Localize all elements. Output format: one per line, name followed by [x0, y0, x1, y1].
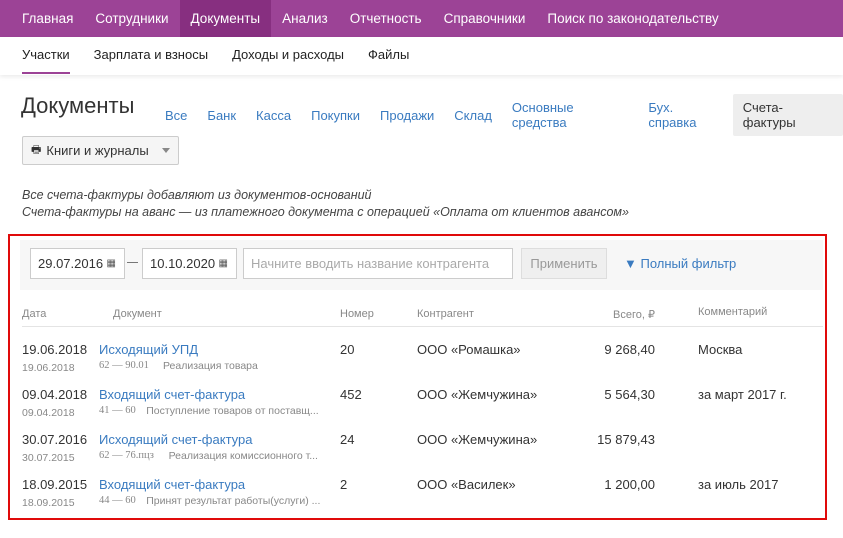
row-description: Реализация товара [163, 360, 258, 372]
row-description: Принят результат работы(услуги) ... [146, 495, 321, 507]
sub-nav: Участки Зарплата и взносы Доходы и расхо… [0, 37, 843, 75]
nav-reports[interactable]: Отчетность [339, 0, 433, 37]
apply-button[interactable]: Применить [521, 248, 607, 279]
contractor-search-input[interactable]: Начните вводить название контрагента [243, 248, 513, 279]
row-number: 452 [340, 387, 362, 402]
col-date[interactable]: Дата [22, 308, 46, 320]
row-contractor: ООО «Ромашка» [417, 342, 521, 357]
row-accounts: 41 — 60 [99, 405, 136, 416]
row-comment: за июль 2017 [698, 477, 779, 492]
nav-employees[interactable]: Сотрудники [84, 0, 179, 37]
row-number: 24 [340, 432, 355, 447]
col-comment[interactable]: Комментарий [698, 306, 767, 318]
row-date: 09.04.2018 [22, 387, 88, 402]
date-from-input[interactable]: 29.07.2016 ▦ [30, 248, 125, 279]
contractor-placeholder: Начните вводить название контрагента [251, 256, 490, 271]
row-date-secondary: 30.07.2015 [22, 452, 75, 464]
tab-all[interactable]: Все [155, 102, 197, 129]
tab-accounting-note[interactable]: Бух. справка [638, 94, 732, 136]
calendar-icon[interactable]: ▦ [219, 258, 228, 269]
subnav-salary[interactable]: Зарплата и взносы [82, 37, 220, 75]
document-link[interactable]: Исходящий УПД [99, 342, 198, 357]
tab-warehouse[interactable]: Склад [444, 102, 502, 129]
date-from-value: 29.07.2016 [38, 256, 104, 271]
nav-references[interactable]: Справочники [433, 0, 537, 37]
row-date-secondary: 19.06.2018 [22, 362, 75, 374]
row-contractor: ООО «Жемчужина» [417, 387, 538, 402]
books-journals-button[interactable]: 🖶 Книги и журналы [22, 136, 179, 165]
row-description: Реализация комиссионного т... [168, 450, 318, 462]
row-contractor: ООО «Жемчужина» [417, 432, 538, 447]
row-total: 9 268,40 [604, 342, 655, 357]
printer-icon: 🖶 [31, 144, 42, 156]
date-range-dash [127, 262, 138, 263]
subnav-income[interactable]: Доходы и расходы [220, 37, 356, 75]
row-total: 1 200,00 [604, 477, 655, 492]
subnav-sections[interactable]: Участки [0, 37, 82, 75]
document-tabs: Все Банк Касса Покупки Продажи Склад Осн… [155, 94, 843, 136]
col-document[interactable]: Документ [113, 308, 162, 320]
col-number[interactable]: Номер [340, 308, 374, 320]
col-contractor[interactable]: Контрагент [417, 308, 474, 320]
row-date-secondary: 09.04.2018 [22, 407, 75, 419]
info-note-1: Все счета-фактуры добавляют из документо… [22, 188, 372, 202]
nav-analysis[interactable]: Анализ [271, 0, 339, 37]
top-nav: Главная Сотрудники Документы Анализ Отче… [0, 0, 843, 37]
tab-purchases[interactable]: Покупки [301, 102, 370, 129]
row-accounts: 44 — 60 [99, 495, 136, 506]
tab-invoices[interactable]: Счета-фактуры [732, 94, 843, 136]
row-total: 15 879,43 [597, 432, 655, 447]
tab-sales[interactable]: Продажи [370, 102, 444, 129]
full-filter-label: Полный фильтр [640, 256, 737, 271]
row-comment: за март 2017 г. [698, 387, 787, 402]
full-filter-link[interactable]: ▼ Полный фильтр [624, 256, 736, 271]
document-link[interactable]: Исходящий счет-фактура [99, 432, 252, 447]
info-note-2: Счета-фактуры на аванс — из платежного д… [22, 205, 629, 219]
row-total: 5 564,30 [604, 387, 655, 402]
subnav-files[interactable]: Файлы [356, 37, 421, 75]
nav-main[interactable]: Главная [0, 0, 84, 37]
header-divider [22, 326, 823, 327]
row-date: 30.07.2016 [22, 432, 88, 447]
row-comment: Москва [698, 342, 743, 357]
date-to-value: 10.10.2020 [150, 256, 216, 271]
row-contractor: ООО «Василек» [417, 477, 516, 492]
row-number: 20 [340, 342, 355, 357]
tab-fixed-assets[interactable]: Основные средства [502, 94, 638, 136]
row-date-secondary: 18.09.2015 [22, 497, 75, 509]
row-description: Поступление товаров от поставщ... [146, 405, 319, 417]
document-link[interactable]: Входящий счет-фактура [99, 477, 245, 492]
date-to-input[interactable]: 10.10.2020 ▦ [142, 248, 237, 279]
row-date: 18.09.2015 [22, 477, 88, 492]
chevron-down-icon [161, 148, 170, 153]
row-accounts: 62 — 90.01 [99, 360, 149, 371]
tab-cash[interactable]: Касса [246, 102, 301, 129]
row-date: 19.06.2018 [22, 342, 88, 357]
row-number: 2 [340, 477, 348, 492]
nav-law-search[interactable]: Поиск по законодательству [536, 0, 729, 37]
books-label: Книги и журналы [46, 143, 149, 158]
tab-bank[interactable]: Банк [197, 102, 246, 129]
row-accounts: 62 — 76.пцз [99, 450, 154, 461]
nav-documents[interactable]: Документы [179, 0, 272, 37]
col-total[interactable]: Всего, ₽ [535, 308, 655, 321]
document-link[interactable]: Входящий счет-фактура [99, 387, 245, 402]
calendar-icon[interactable]: ▦ [107, 258, 116, 269]
filter-icon: ▼ [624, 256, 637, 271]
page-title: Документы [21, 93, 135, 118]
